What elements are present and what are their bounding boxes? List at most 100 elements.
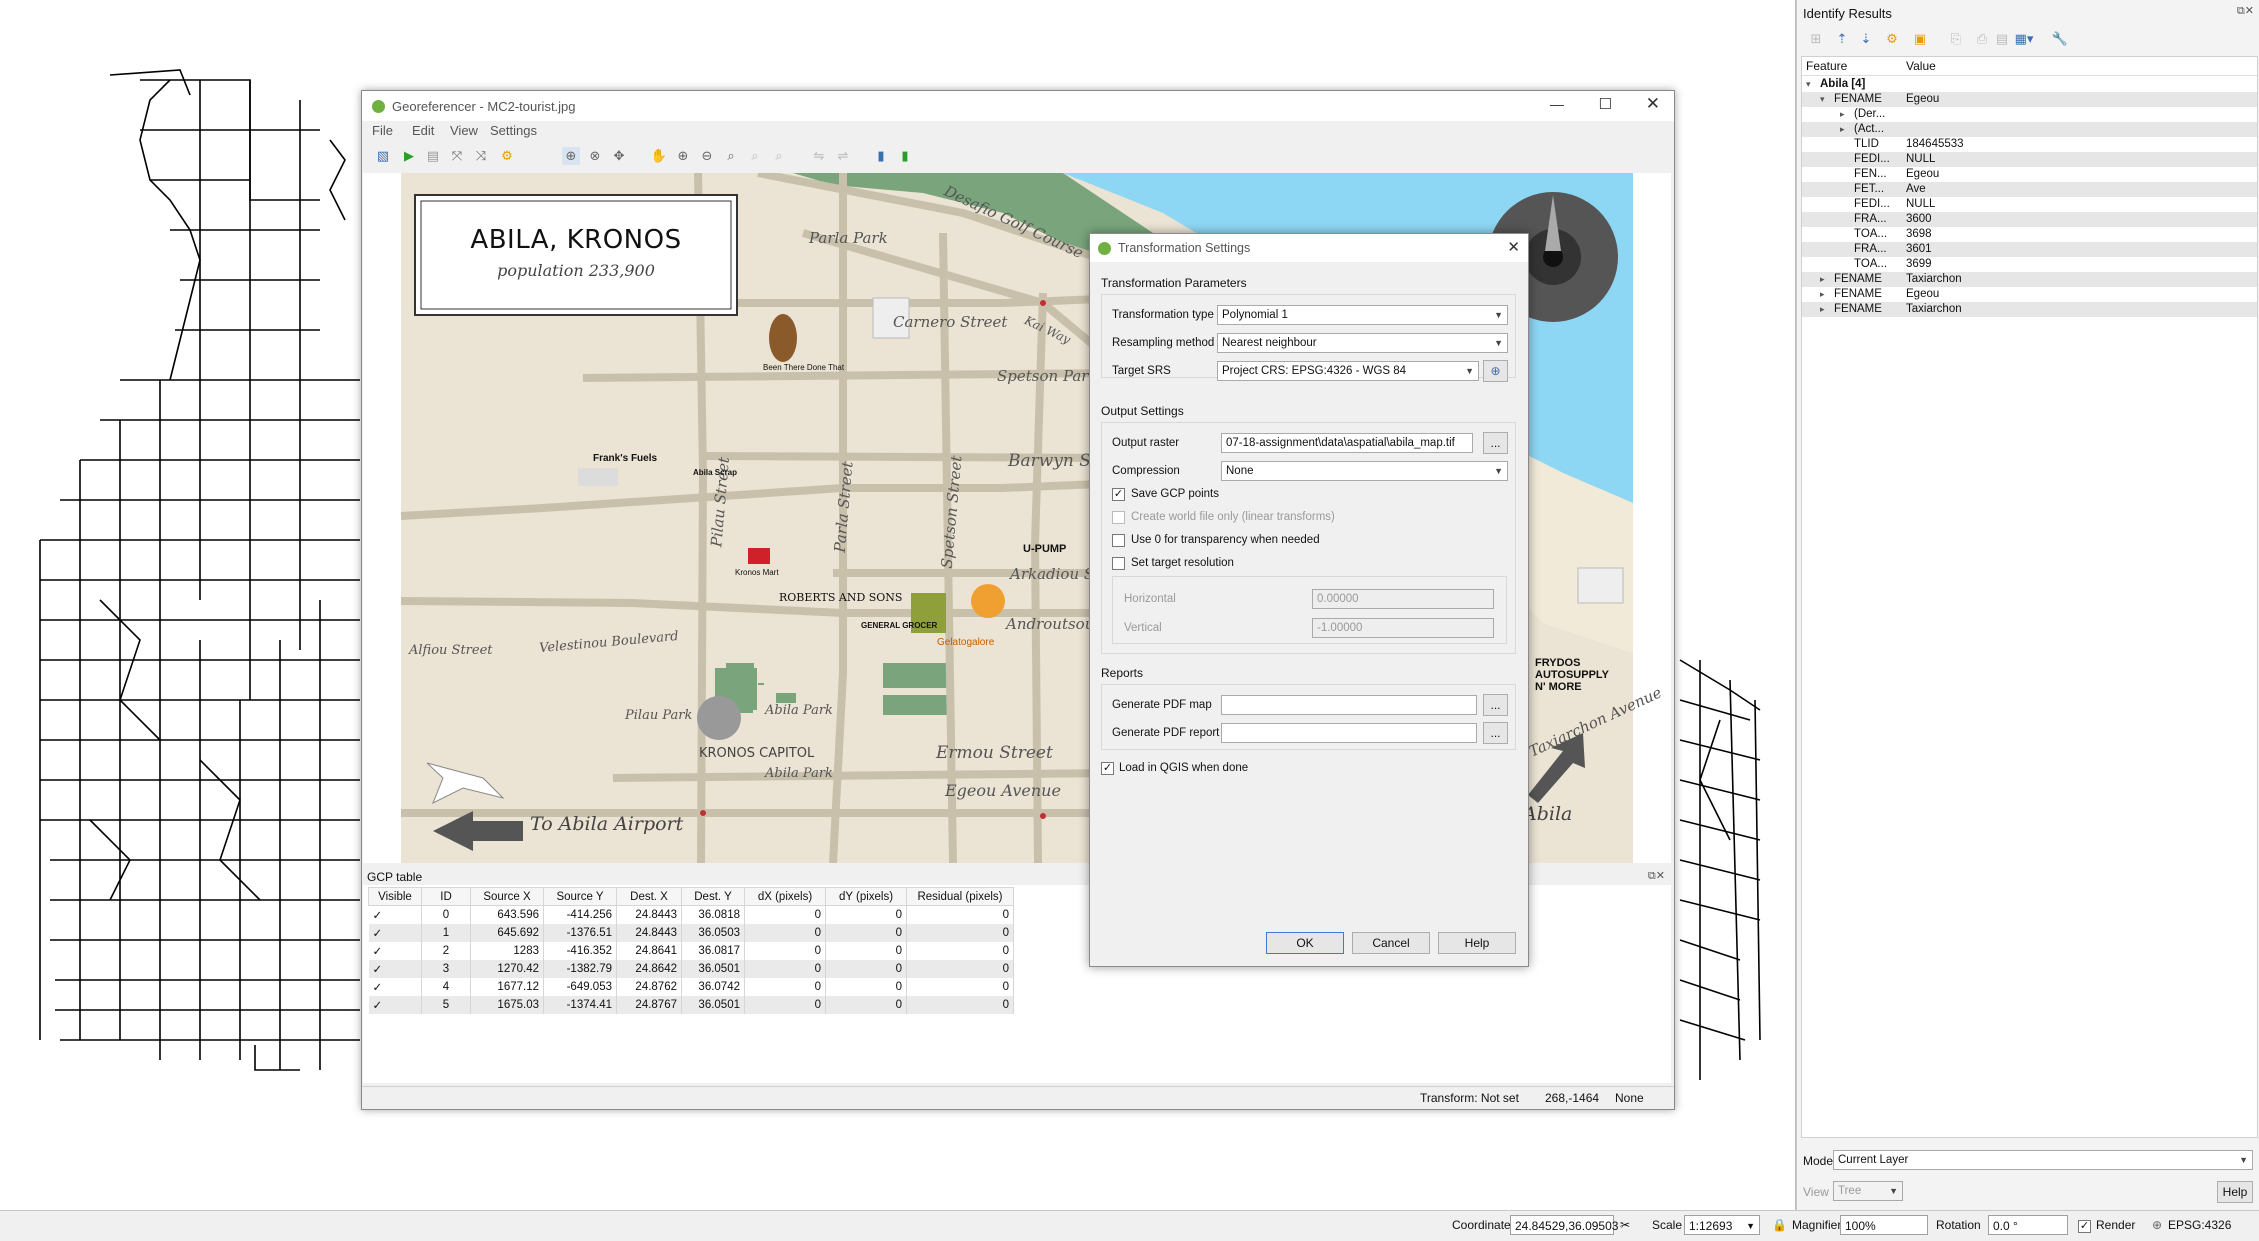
link-georef-icon[interactable]: ⇋	[810, 147, 828, 165]
stretch-icon[interactable]: ▮	[896, 147, 914, 165]
identify-row[interactable]: FEDI... NULL	[1802, 197, 2257, 212]
open-form-icon[interactable]: ▤	[1993, 30, 2011, 48]
settings-icon[interactable]: 🔧	[2051, 30, 2069, 48]
expand-all-icon[interactable]: ⊞	[1807, 30, 1825, 48]
visible-checkbox[interactable]: ✓	[368, 996, 422, 1014]
set-resolution-checkbox[interactable]	[1112, 557, 1125, 570]
cancel-button[interactable]: Cancel	[1352, 932, 1430, 954]
identify-mode-icon[interactable]: ▦▾	[2015, 30, 2034, 48]
identify-row[interactable]: TOA... 3698	[1802, 227, 2257, 242]
visible-checkbox[interactable]: ✓	[368, 942, 422, 960]
gcp-row[interactable]: ✓ 2 1283 -416.352 24.8641 36.0817 0 0 0	[368, 942, 1014, 960]
menu-view[interactable]: View	[450, 123, 478, 138]
gcp-header-cell[interactable]: Source Y	[543, 887, 617, 906]
world-file-checkbox[interactable]	[1112, 511, 1125, 524]
identify-row[interactable]: TLID 184645533	[1802, 137, 2257, 152]
compression-select[interactable]: None ▼	[1221, 461, 1508, 481]
identify-row[interactable]: ▸ FENAME Egeou	[1802, 287, 2257, 302]
expand-icon[interactable]: ⇡	[1833, 30, 1851, 48]
gcp-row[interactable]: ✓ 3 1270.42 -1382.79 24.8642 36.0501 0 0 0	[368, 960, 1014, 978]
crs-label[interactable]: EPSG:4326	[2168, 1218, 2231, 1232]
expand-arrow-icon[interactable]: ▸	[1820, 287, 1825, 302]
target-srs-select[interactable]: Project CRS: EPSG:4326 - WGS 84 ▼	[1217, 361, 1479, 381]
magnifier-field[interactable]: 100%	[1840, 1215, 1928, 1235]
gcp-row[interactable]: ✓ 1 645.692 -1376.51 24.8443 36.0503 0 0 0	[368, 924, 1014, 942]
rotation-field[interactable]: 0.0 °	[1988, 1215, 2068, 1235]
link-qgis-icon[interactable]: ⇌	[834, 147, 852, 165]
vertical-field[interactable]: -1.00000	[1312, 618, 1494, 638]
close-icon[interactable]: ✕	[1507, 238, 1520, 256]
browse-pdf-map-button[interactable]: ...	[1483, 694, 1508, 716]
identify-row[interactable]: ▸ (Der...	[1802, 107, 2257, 122]
expand-arrow-icon[interactable]: ▸	[1820, 272, 1825, 287]
load-gcp-icon[interactable]: ⤧	[448, 147, 466, 165]
gcp-header-cell[interactable]: ID	[421, 887, 471, 906]
zoom-in-icon[interactable]: ⊕	[674, 147, 692, 165]
visible-checkbox[interactable]: ✓	[368, 924, 422, 942]
visible-checkbox[interactable]: ✓	[368, 978, 422, 996]
expand-arrow-icon[interactable]: ▾	[1806, 77, 1811, 92]
delete-point-icon[interactable]: ⊗	[586, 147, 604, 165]
start-georeferencing-icon[interactable]: ▶	[400, 147, 418, 165]
horizontal-field[interactable]: 0.00000	[1312, 589, 1494, 609]
histogram-icon[interactable]: ▮	[872, 147, 890, 165]
menu-edit[interactable]: Edit	[412, 123, 434, 138]
coordinate-field[interactable]: 24.84529,36.09503	[1510, 1215, 1618, 1235]
save-gcp-icon[interactable]: ⤨	[472, 147, 490, 165]
expand-arrow-icon[interactable]: ▸	[1840, 122, 1845, 137]
zoom-last-icon[interactable]: ⌕	[746, 147, 764, 165]
identify-row[interactable]: ▸ FENAME Taxiarchon	[1802, 302, 2257, 317]
zoom-out-icon[interactable]: ⊖	[698, 147, 716, 165]
identify-row[interactable]: FRA... 3600	[1802, 212, 2257, 227]
gcp-header-cell[interactable]: Dest. X	[616, 887, 682, 906]
move-point-icon[interactable]: ✥	[610, 147, 628, 165]
expand-arrow-icon[interactable]: ▸	[1840, 107, 1845, 122]
expand-arrow-icon[interactable]: ▸	[1820, 302, 1825, 317]
identify-row[interactable]: FEDI... NULL	[1802, 152, 2257, 167]
zoom-layer-icon[interactable]: ⌕	[722, 147, 740, 165]
identify-row[interactable]: ▾ Abila [4]	[1802, 77, 2257, 92]
dialog-titlebar[interactable]: Transformation Settings ✕	[1090, 234, 1528, 262]
ok-button[interactable]: OK	[1266, 932, 1344, 954]
load-qgis-checkbox[interactable]: ✓	[1101, 762, 1114, 775]
float-close-icon[interactable]: ⧉✕	[1648, 869, 1665, 883]
transformation-type-select[interactable]: Polynomial 1 ▼	[1217, 305, 1508, 325]
identify-row[interactable]: FET... Ave	[1802, 182, 2257, 197]
collapse-icon[interactable]: ⇣	[1857, 30, 1875, 48]
pan-icon[interactable]: ✋	[650, 147, 668, 165]
identify-row[interactable]: ▸ (Act...	[1802, 122, 2257, 137]
gcp-header-cell[interactable]: dX (pixels)	[744, 887, 826, 906]
scale-field[interactable]: 1:12693 ▼	[1684, 1215, 1760, 1235]
clear-icon[interactable]: ▣	[1911, 30, 1929, 48]
render-checkbox[interactable]: ✓	[2078, 1220, 2091, 1233]
toggle-extents-icon[interactable]: ✂	[1620, 1218, 1630, 1232]
gcp-header-cell[interactable]: Visible	[368, 887, 422, 906]
pdf-report-field[interactable]	[1221, 723, 1477, 743]
gcp-row[interactable]: ✓ 0 643.596 -414.256 24.8443 36.0818 0 0 0	[368, 905, 1014, 924]
view-select[interactable]: Tree ▼	[1833, 1181, 1903, 1201]
transformation-settings-icon[interactable]: ⚙	[498, 147, 516, 165]
identify-row[interactable]: TOA... 3699	[1802, 257, 2257, 272]
lock-icon[interactable]: 🔒	[1772, 1218, 1787, 1232]
maximize-icon[interactable]: ☐	[1599, 95, 1612, 113]
pdf-map-field[interactable]	[1221, 695, 1477, 715]
output-raster-field[interactable]: 07-18-assignment\data\aspatial\abila_map…	[1221, 433, 1473, 453]
select-crs-icon[interactable]: ⊕	[1483, 360, 1508, 382]
resampling-select[interactable]: Nearest neighbour ▼	[1217, 333, 1508, 353]
gcp-header-cell[interactable]: Dest. Y	[681, 887, 745, 906]
identify-tree[interactable]: Feature Value ▾ Abila [4] ▾ FENAME Egeou ▸ (De…	[1801, 56, 2258, 1138]
gcp-row[interactable]: ✓ 4 1677.12 -649.053 24.8762 36.0742 0 0 0	[368, 978, 1014, 996]
identify-row[interactable]: ▸ FENAME Taxiarchon	[1802, 272, 2257, 287]
close-icon[interactable]: ✕	[1646, 94, 1660, 114]
expand-arrow-icon[interactable]: ▾	[1820, 92, 1825, 107]
open-raster-icon[interactable]: ▧	[374, 147, 392, 165]
identify-row[interactable]: FRA... 3601	[1802, 242, 2257, 257]
save-gcp-checkbox[interactable]: ✓	[1112, 488, 1125, 501]
gcp-table[interactable]: Visible ID Source X Source Y Dest. X Dest. Yd…	[368, 887, 1014, 1014]
help-button[interactable]: Help	[1438, 932, 1516, 954]
close-icon[interactable]: ⧉✕	[2237, 4, 2254, 18]
browse-pdf-report-button[interactable]: ...	[1483, 722, 1508, 744]
visible-checkbox[interactable]: ✓	[368, 960, 422, 978]
print-icon[interactable]: ⎙	[1973, 30, 1991, 48]
visible-checkbox[interactable]: ✓	[368, 905, 422, 924]
